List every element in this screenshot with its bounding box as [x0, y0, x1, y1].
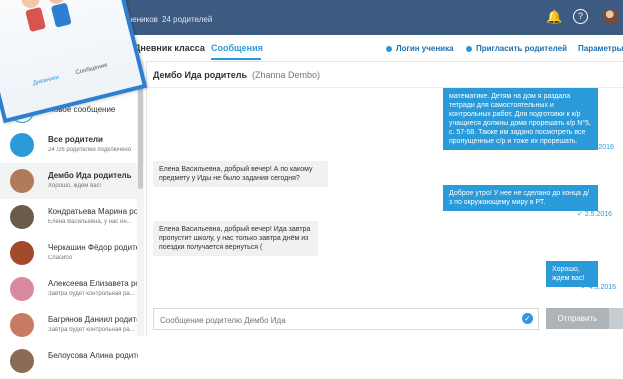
message-date-text: 18.4.2016 — [582, 144, 614, 151]
conversation-item[interactable]: Алексеева Елизавета ро... Завтра будет ко… — [0, 271, 138, 307]
invite-parents-link[interactable]: Пригласить родителей — [466, 44, 567, 53]
group-avatar — [10, 133, 34, 157]
message-date: ✓ 2.5.2016 — [577, 210, 612, 218]
conversation-item[interactable]: Черкашин Фёдор родите... Спасибо — [0, 235, 138, 271]
conversation-name: Белоусова Алина родите... — [48, 351, 138, 360]
delivered-check-icon: ✓ — [577, 211, 585, 218]
send-options-button[interactable] — [609, 308, 623, 329]
delivered-check-icon: ✓ — [581, 284, 589, 291]
outgoing-message: Доброе утро! У нее не сделано до конца д… — [443, 185, 598, 211]
conversation-preview: Елена Васильевна, у нас ин... — [48, 219, 132, 225]
avatar — [10, 349, 34, 373]
conversation-item[interactable]: Дембо Ида родитель Хорошо, ждем вас! — [0, 163, 137, 199]
children-illustration-icon — [21, 0, 72, 32]
avatar — [10, 241, 34, 265]
message-date: ✓ 18.4.2016 — [575, 143, 614, 151]
parents-count[interactable]: 24 родителей — [162, 15, 212, 24]
conversation-preview: Завтра будет контрольная ра... — [48, 327, 135, 333]
chat-header: Дембо Ида родитель (Zhanna Dembo) — [146, 61, 623, 88]
conversation-name: Кондратьева Марина ро... — [48, 207, 138, 216]
avatar — [10, 277, 34, 301]
chat-subtitle: (Zhanna Dembo) — [252, 70, 321, 80]
bell-icon[interactable]: 🔔 — [546, 9, 562, 25]
delivered-check-icon: ✓ — [575, 144, 583, 151]
help-icon[interactable]: ? — [573, 9, 588, 24]
promo-label-messages: Сообщения — [75, 62, 109, 77]
send-button[interactable]: Отправить — [546, 308, 609, 329]
avatar — [10, 205, 34, 229]
key-icon — [386, 45, 392, 52]
message-date-text: 2.5.2016 — [584, 211, 613, 218]
conversation-name: Багрянов Даниил родите... — [48, 315, 138, 324]
promo-label-diary: Дневники — [32, 74, 60, 87]
conversation-name: Дембо Ида родитель — [48, 171, 132, 180]
message-date: ✓ 4.5.2016 — [581, 283, 616, 291]
incoming-message: Елена Васильевна, добрый вечер! А по как… — [153, 161, 328, 187]
conversation-preview: Спасибо — [48, 255, 73, 261]
outgoing-message: математике. Детям на дом я раздала тетра… — [443, 88, 598, 150]
invite-parents-label: Пригласить родителей — [476, 44, 568, 53]
message-date-text: 4.5.2016 — [588, 284, 617, 291]
conversation-item[interactable]: Все родители 24 /26 родителей подключено — [0, 127, 137, 163]
invite-icon — [466, 45, 472, 52]
tab-class-diary[interactable]: Дневник класса — [134, 43, 205, 53]
active-tab-underline — [211, 58, 261, 60]
conversation-preview: Завтра будет контрольная ра... — [48, 291, 135, 297]
incoming-message: Елена Васильевна, добрый вечер! Ида завт… — [153, 221, 318, 256]
conversation-item[interactable]: Багрянов Даниил родите... Завтра будет ко… — [0, 307, 138, 343]
conversation-name: Черкашин Фёдор родите... — [48, 243, 138, 252]
chat-panel: Дембо Ида родитель (Zhanna Dembo) матема… — [146, 61, 623, 336]
avatar — [10, 313, 34, 337]
login-student-link[interactable]: Логин ученика — [386, 44, 454, 53]
chat-title: Дембо Ида родитель — [153, 70, 247, 80]
user-avatar[interactable] — [603, 9, 618, 24]
conversation-name: Алексеева Елизавета ро... — [48, 279, 138, 288]
avatar — [10, 169, 34, 193]
conversation-name: Все родители — [48, 135, 103, 144]
login-student-label: Логин ученика — [396, 44, 454, 53]
conversation-item[interactable]: Кондратьева Марина ро... Елена Васильевна… — [0, 199, 138, 235]
conversation-preview: Хорошо, ждем вас! — [48, 183, 102, 189]
tab-messages[interactable]: Сообщения — [211, 43, 263, 53]
message-input[interactable] — [158, 312, 522, 328]
message-composer[interactable]: ✓ — [153, 308, 539, 330]
conversation-item[interactable]: Белоусова Алина родите... — [0, 343, 138, 379]
conversation-preview: 24 /26 родителей подключено — [48, 147, 132, 153]
sidebar-scrollbar[interactable] — [137, 61, 144, 336]
check-icon: ✓ — [522, 313, 533, 324]
params-link[interactable]: Параметры — [578, 44, 623, 53]
